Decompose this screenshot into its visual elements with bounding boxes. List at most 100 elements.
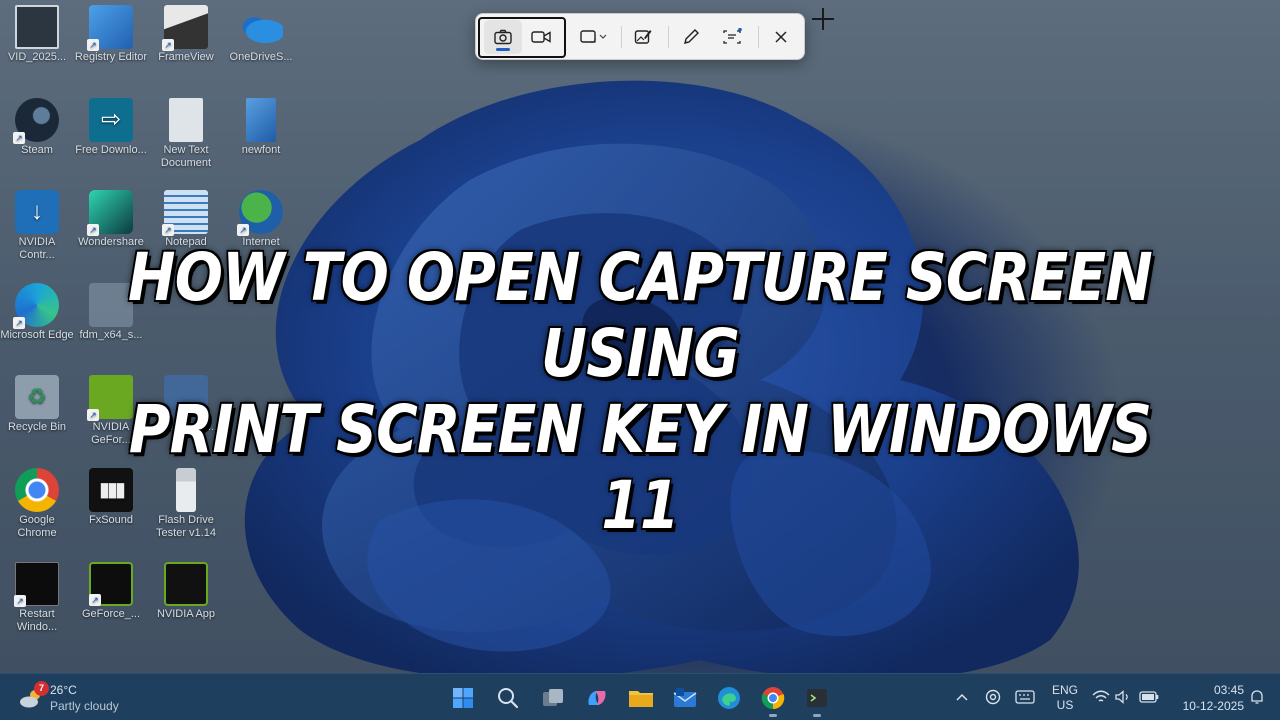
desktop-icon-nvidia-control[interactable]: ↓ NVIDIA Contr... [0,190,74,262]
keyboard-icon [1015,690,1035,704]
pen-icon [684,29,699,44]
wifi-status[interactable] [1090,686,1112,708]
shortcut-arrow-icon: ↗ [13,132,25,144]
copilot-button[interactable] [578,679,616,717]
taskbar-clock[interactable]: 03:45 10-12-2025 [1166,682,1244,714]
text-document-icon [169,98,203,142]
battery-icon [1139,691,1159,703]
file-explorer-button[interactable] [622,679,660,717]
taskbar: 7 26°C Partly cloudy ENG US 03:45 10-12-… [0,673,1280,720]
chevron-down-icon [599,34,607,39]
chrome-taskbar-button[interactable] [754,679,792,717]
chrome-icon [761,687,785,710]
free-download-manager-icon: ⇨ [89,98,133,142]
desktop-icon-geforce-installer[interactable]: ↗ GeForce_... [74,562,148,621]
shortcut-arrow-icon: ↗ [237,224,249,236]
shortcut-arrow-icon: ↗ [162,39,174,51]
shortcut-arrow-icon: ↗ [13,317,25,329]
touch-keyboard-button[interactable] [1014,686,1036,708]
registry-editor-icon: ↗ [87,5,133,51]
volume-status[interactable] [1112,686,1134,708]
battery-status[interactable] [1138,686,1160,708]
shortcut-arrow-icon: ↗ [14,595,26,607]
copilot-icon [588,691,606,705]
weather-alert-badge: 7 [34,681,49,696]
recycle-bin-icon: ♻ [15,375,59,419]
desktop-icon-nvidia-app[interactable]: NVIDIA App [149,562,223,621]
chevron-up-icon [956,693,968,701]
windows-logo-icon [453,688,473,708]
search-button[interactable] [489,679,527,717]
show-hidden-icons-button[interactable] [951,686,973,708]
weather-condition: Partly cloudy [50,699,119,713]
shortcut-arrow-icon: ↗ [162,224,174,236]
meet-now-button[interactable] [982,686,1004,708]
shortcut-arrow-icon: ↗ [89,594,101,606]
frameview-icon: ↗ [162,5,208,51]
video-mode-button[interactable] [522,20,560,54]
settings-gear-icon [985,689,1001,705]
clock-time: 03:45 [1213,683,1244,697]
start-button[interactable] [444,679,482,717]
camera-icon [494,29,512,45]
desktop-icon-video-file[interactable]: VID_2025... [0,5,74,64]
terminal-taskbar-button[interactable] [798,679,836,717]
edge-icon [718,687,740,709]
input-language-indicator[interactable]: ENG US [1048,683,1082,713]
close-button[interactable] [762,20,800,54]
desktop-icon-new-text-document[interactable]: New Text Document [149,98,223,170]
terminal-icon [807,689,827,707]
chrome-icon [15,468,59,512]
headline-line-1: HOW TO OPEN CAPTURE SCREEN USING [127,238,1154,393]
nvidia-control-panel-icon: ↓ [15,190,59,234]
screenshot-mode-button[interactable] [484,20,522,54]
image-edit-icon [634,30,652,44]
toolbar-divider [668,26,669,48]
edge-taskbar-button[interactable] [710,679,748,717]
toolbar-divider [758,26,759,48]
wondershare-filmora-icon: ↗ [87,190,133,236]
desktop-icon-newfont[interactable]: newfont [224,98,298,157]
task-view-button[interactable] [534,679,572,717]
shortcut-arrow-icon: ↗ [87,224,99,236]
notification-bell-icon [1251,690,1263,704]
notepad-icon: ↗ [162,190,208,236]
notification-center-button[interactable] [1246,686,1268,708]
desktop-icon-chrome[interactable]: Google Chrome [0,468,74,540]
pen-button[interactable] [672,20,710,54]
weather-widget[interactable]: 7 26°C Partly cloudy [14,681,154,715]
steam-icon: ↗ [13,98,59,144]
speaker-icon [1115,690,1128,704]
rectangle-snip-icon [580,30,607,43]
onedrive-icon [239,5,283,49]
nvidia-app-icon [164,562,208,606]
font-file-icon [246,98,276,142]
desktop-icon-steam[interactable]: ↗ Steam [0,98,74,157]
snip-shape-dropdown[interactable] [574,20,614,54]
toolbar-divider [621,26,622,48]
video-title-overlay: HOW TO OPEN CAPTURE SCREEN USING PRINT S… [90,238,1191,545]
desktop-icon-registry-editor[interactable]: ↗ Registry Editor [74,5,148,64]
task-view-icon [543,689,563,706]
restart-icon: ↗ [14,562,59,607]
crosshair-cursor-icon [812,8,834,30]
desktop-icon-recycle-bin[interactable]: ♻ Recycle Bin [0,375,74,434]
desktop-icon-onedrive[interactable]: OneDriveS... [224,5,298,64]
snipping-tool-toolbar [475,13,805,60]
text-actions-button[interactable] [713,20,751,54]
clock-date: 10-12-2025 [1182,699,1244,713]
text-actions-icon [723,28,742,44]
desktop-icon-frameview[interactable]: ↗ FrameView [149,5,223,64]
geforce-icon: ↗ [89,562,133,606]
outlook-button[interactable] [666,679,704,717]
desktop-icon-edge[interactable]: ↗ Microsoft Edge [0,283,74,342]
video-camera-icon [531,31,551,43]
close-icon [775,31,787,43]
weather-temperature: 26°C [50,683,77,697]
folder-icon [629,691,653,707]
edit-image-button[interactable] [624,20,662,54]
desktop-icon-free-download-manager[interactable]: ⇨ Free Downlo... [74,98,148,157]
mail-icon [673,688,697,707]
desktop-icon-restart[interactable]: ↗ Restart Windo... [0,562,74,634]
shortcut-arrow-icon: ↗ [87,39,99,51]
